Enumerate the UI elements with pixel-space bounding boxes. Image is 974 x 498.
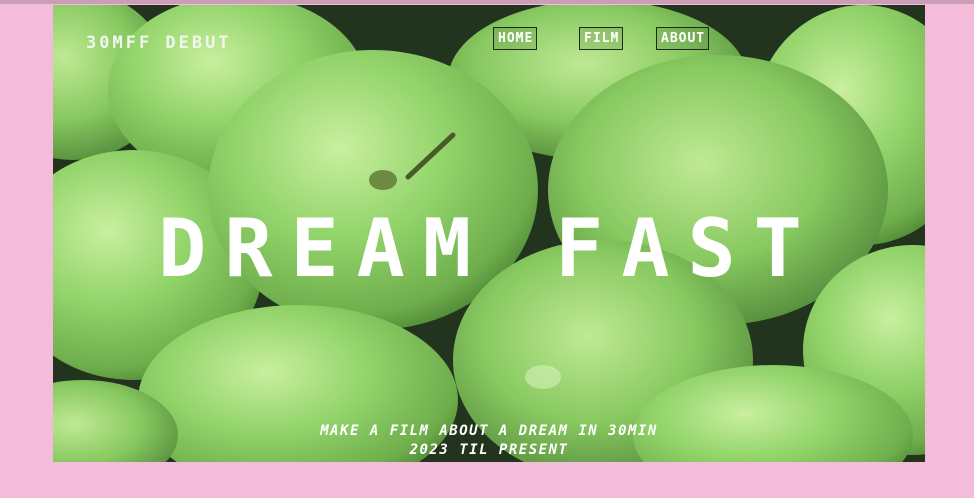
hero-title: DREAM FAST [158, 202, 820, 295]
nav-home-link[interactable]: HOME [493, 27, 538, 50]
tagline-line-1: MAKE A FILM ABOUT A DREAM IN 30MIN [320, 423, 658, 439]
tagline-line-2: 2023 TIL PRESENT [409, 442, 569, 458]
hero-section: 30MFF DEBUT HOME FILM ABOUT DREAM FAST M… [53, 5, 925, 462]
top-strip [0, 0, 974, 4]
nav-film-link[interactable]: FILM [579, 27, 624, 50]
nav-about-link[interactable]: ABOUT [656, 27, 710, 50]
hero-tagline: MAKE A FILM ABOUT A DREAM IN 30MIN 2023 … [53, 422, 925, 460]
brand-logo-text[interactable]: 30MFF DEBUT [86, 33, 232, 53]
